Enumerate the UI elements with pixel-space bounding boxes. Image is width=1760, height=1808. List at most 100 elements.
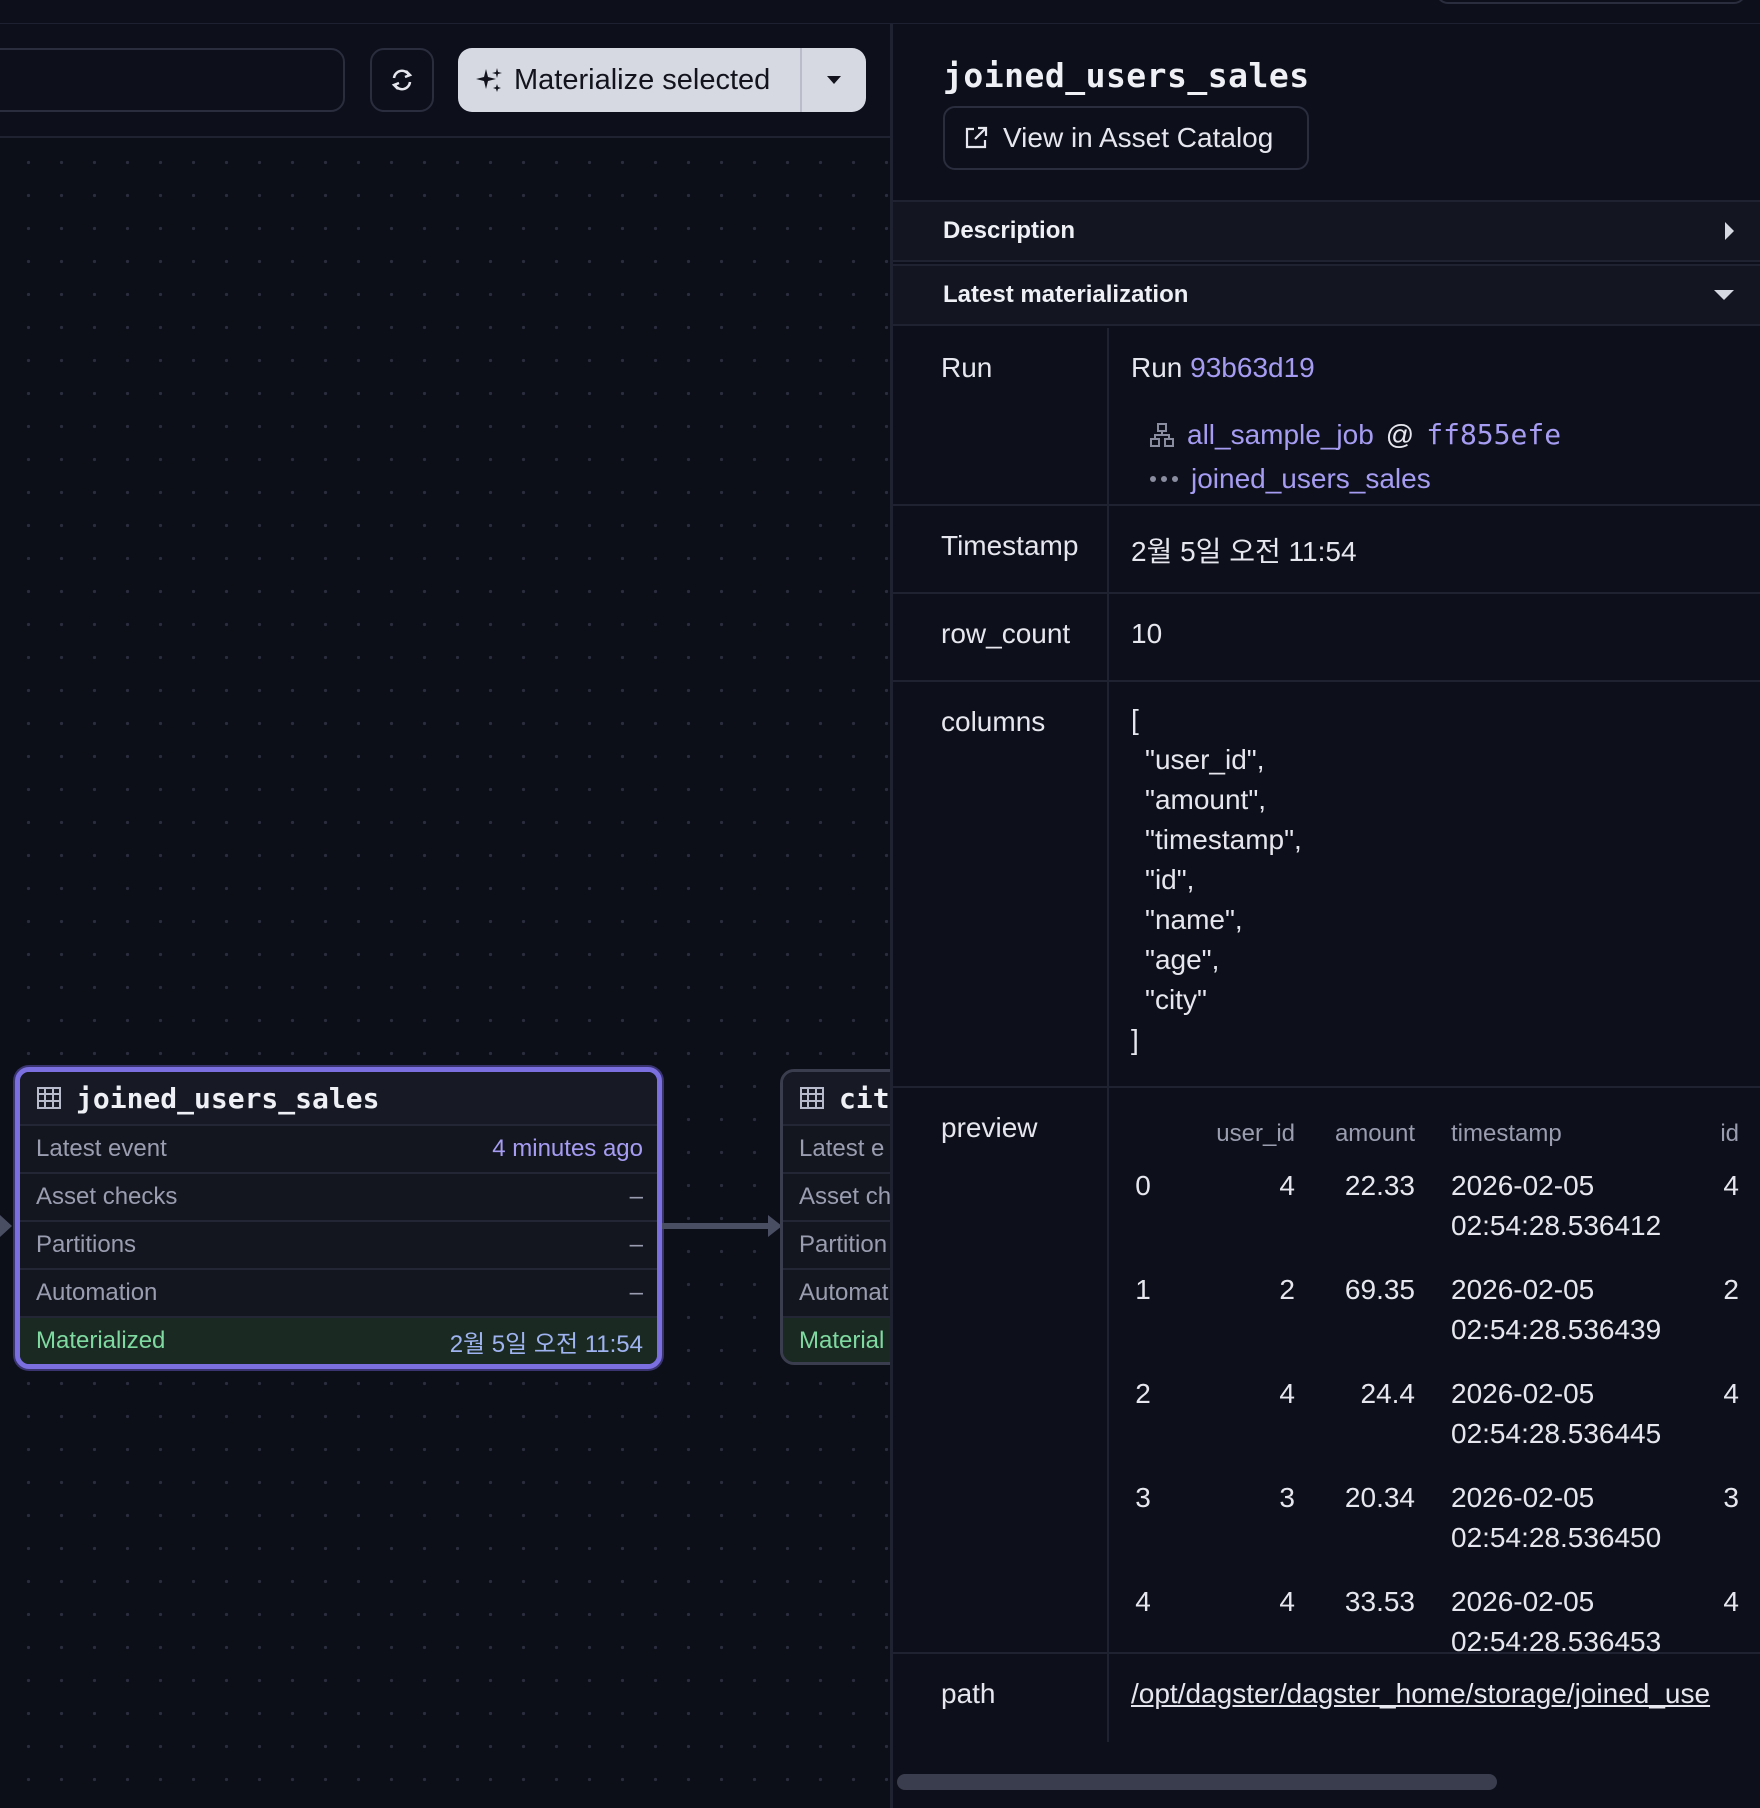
- cell-amount: 69.35: [1344, 1274, 1415, 1305]
- cell-user-id: 4: [1279, 1378, 1295, 1409]
- cell-timestamp: 2026-02-05 02:54:28.536450: [1415, 1478, 1685, 1582]
- caret-down-icon: [827, 76, 841, 84]
- materialize-dropdown-button[interactable]: [802, 48, 866, 112]
- materialize-label: Materialize selected: [514, 63, 771, 96]
- column-item: "amount",: [1145, 784, 1267, 815]
- asset-node-joined-users-sales[interactable]: joined_users_sales Latest event 4 minutes…: [15, 1067, 662, 1369]
- job-at: @: [1385, 418, 1415, 450]
- row-index: 2: [1135, 1378, 1151, 1409]
- row-index: 0: [1135, 1170, 1151, 1201]
- ts-date: 2026-02-05: [1451, 1482, 1595, 1513]
- column-item: "age",: [1145, 944, 1220, 975]
- json-open: [: [1131, 704, 1139, 735]
- row-value: –: [629, 1183, 643, 1210]
- job-link[interactable]: all_sample_job: [1187, 419, 1374, 451]
- row-label: Asset ch: [799, 1183, 892, 1210]
- table-row: 0 4 22.33 2026-02-05 02:54:28.536412 4: [1109, 1166, 1753, 1270]
- materialization-metadata: Run Run 93b63d19 all_sample_job @ ff855e…: [893, 328, 1760, 1742]
- cell-amount: 22.33: [1344, 1170, 1415, 1201]
- asset-node-header: joined_users_sales: [20, 1072, 657, 1124]
- top-bar: [0, 0, 1760, 24]
- cell-id: 2: [1723, 1274, 1739, 1305]
- catalog-button-label: View in Asset Catalog: [1003, 122, 1274, 153]
- ts-time: 02:54:28.536445: [1451, 1418, 1662, 1449]
- ts-time: 02:54:28.536439: [1451, 1314, 1662, 1345]
- meta-key: Timestamp: [893, 506, 1109, 592]
- table-row: 3 3 20.34 2026-02-05 02:54:28.536450 3: [1109, 1478, 1753, 1582]
- table-row: 1 2 69.35 2026-02-05 02:54:28.536439 2: [1109, 1270, 1753, 1374]
- node-row-asset-checks: Asset checks –: [20, 1172, 657, 1220]
- asset-sidebar: joined_users_sales View in Asset Catalog…: [890, 24, 1760, 1808]
- column-item: "user_id",: [1145, 744, 1265, 775]
- meta-key: row_count: [893, 594, 1109, 680]
- incoming-edge-arrow: [0, 1215, 12, 1237]
- meta-key: path: [893, 1654, 1109, 1742]
- header-cell: amount: [1334, 1120, 1415, 1147]
- header-index: [1109, 1120, 1177, 1166]
- materialize-selected-button[interactable]: Materialize selected: [458, 48, 866, 112]
- caret-down-icon: [1714, 290, 1734, 300]
- cell-id: 3: [1723, 1482, 1739, 1513]
- section-latest-materialization[interactable]: Latest materialization: [893, 264, 1760, 326]
- ts-date: 2026-02-05: [1451, 1170, 1595, 1201]
- horizontal-scrollbar[interactable]: [897, 1774, 1497, 1790]
- meta-value: 2월 5일 오전 11:54: [1131, 536, 1357, 567]
- asset-graph-canvas[interactable]: joined_users_sales Latest event 4 minutes…: [0, 0, 960, 1808]
- row-label: Partitions: [36, 1231, 137, 1258]
- cell-id: 4: [1723, 1378, 1739, 1409]
- column-item: "city": [1145, 984, 1207, 1015]
- preview-table: user_id amount timestamp id 0 4 22.33 20…: [1109, 1120, 1753, 1686]
- run-id-link[interactable]: 93b63d19: [1190, 352, 1315, 383]
- ts-date: 2026-02-05: [1451, 1586, 1595, 1617]
- path-link[interactable]: /opt/dagster/dagster_home/storage/joined…: [1109, 1654, 1760, 1742]
- job-line: all_sample_job @ ff855efe: [1149, 418, 1760, 451]
- ts-date: 2026-02-05: [1451, 1274, 1595, 1305]
- view-in-asset-catalog-button[interactable]: View in Asset Catalog: [943, 106, 1309, 170]
- meta-key: Run: [893, 328, 1109, 504]
- meta-row-columns: columns [ "user_id", "amount", "timestam…: [893, 682, 1760, 1088]
- cell-amount: 24.4: [1360, 1378, 1416, 1409]
- asset-search-input[interactable]: [0, 48, 345, 112]
- cell-user-id: 3: [1279, 1482, 1295, 1513]
- row-label: Automat: [799, 1279, 889, 1306]
- top-bar-control[interactable]: [1436, 0, 1746, 4]
- column-item: "name",: [1145, 904, 1243, 935]
- row-label: Asset checks: [36, 1183, 178, 1210]
- row-label: Partition: [799, 1231, 888, 1258]
- latest-event-link[interactable]: 4 minutes ago: [492, 1135, 643, 1163]
- cell-user-id: 2: [1279, 1274, 1295, 1305]
- row-label: Automation: [36, 1279, 158, 1306]
- cell-amount: 20.34: [1344, 1482, 1415, 1513]
- preview-header-row: user_id amount timestamp id: [1109, 1120, 1753, 1166]
- refresh-button[interactable]: [370, 48, 434, 112]
- node-row-materialized: Materialized 2월 5일 오전 11:54: [20, 1316, 657, 1364]
- meta-value: [ "user_id", "amount", "timestamp", "id"…: [1109, 676, 1760, 1086]
- section-title: Description: [943, 217, 1076, 244]
- meta-value: user_id amount timestamp id 0 4 22.33 20…: [1109, 1088, 1760, 1657]
- row-index: 3: [1135, 1482, 1151, 1513]
- job-hash-link[interactable]: ff855efe: [1426, 418, 1561, 451]
- ts-date: 2026-02-05: [1451, 1378, 1595, 1409]
- table-icon: [800, 1087, 824, 1109]
- meta-row-row-count: row_count 10: [893, 594, 1760, 682]
- row-value: –: [629, 1279, 643, 1306]
- header-cell: id: [1720, 1120, 1739, 1147]
- meta-row-timestamp: Timestamp 2월 5일 오전 11:54: [893, 506, 1760, 594]
- row-label: Material: [799, 1327, 885, 1354]
- ts-time: 02:54:28.536450: [1451, 1522, 1662, 1553]
- cell-id: 4: [1723, 1170, 1739, 1201]
- row-index: 1: [1135, 1274, 1151, 1305]
- section-title: Latest materialization: [943, 281, 1189, 308]
- column-item: "id",: [1145, 864, 1195, 895]
- op-line: joined_users_sales: [1149, 463, 1760, 495]
- meta-row-path: path /opt/dagster/dagster_home/storage/j…: [893, 1654, 1760, 1742]
- materialized-timestamp[interactable]: 2월 5일 오전 11:54: [450, 1324, 643, 1359]
- cell-timestamp: 2026-02-05 02:54:28.536445: [1415, 1374, 1685, 1478]
- op-link[interactable]: joined_users_sales: [1191, 463, 1431, 495]
- materialize-main[interactable]: Materialize selected: [458, 48, 802, 112]
- section-description[interactable]: Description: [893, 200, 1760, 262]
- cell-timestamp: 2026-02-05 02:54:28.536439: [1415, 1270, 1685, 1374]
- run-prefix: Run: [1131, 352, 1183, 383]
- row-value: –: [629, 1231, 643, 1258]
- meta-value: Run 93b63d19 all_sample_job @ ff855efe j…: [1109, 328, 1760, 504]
